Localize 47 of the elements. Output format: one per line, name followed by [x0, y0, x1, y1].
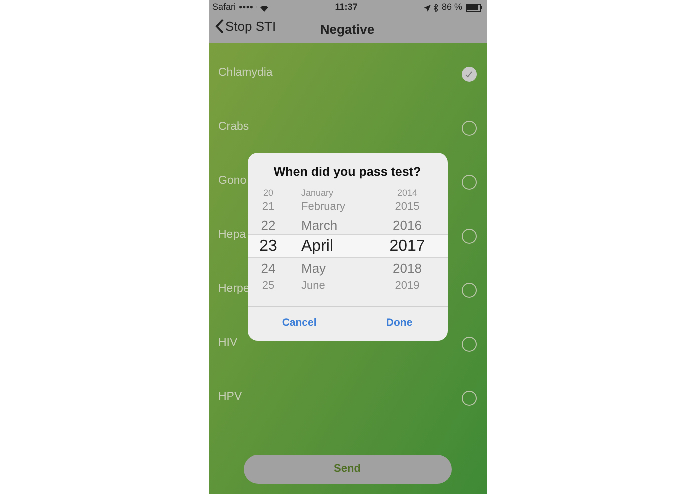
picker-year: 2014 — [396, 188, 419, 198]
item-label: Gono — [218, 174, 247, 190]
location-arrow-icon — [424, 4, 431, 12]
picker-month: April — [300, 239, 335, 255]
picker-day: 21 — [248, 202, 290, 213]
bluetooth-icon — [434, 4, 439, 12]
back-button[interactable]: Stop STI — [214, 17, 276, 36]
picker-row[interactable]: 20 January 2014 — [248, 187, 448, 199]
picker-month: May — [300, 262, 328, 275]
wifi-icon — [260, 4, 270, 12]
chevron-left-icon — [214, 19, 224, 34]
checkmark-icon — [465, 70, 473, 78]
picker-month: March — [300, 219, 339, 232]
cancel-button[interactable]: Cancel — [278, 316, 321, 332]
carrier-name: Safari — [212, 1, 236, 14]
battery-percent: 86 % — [442, 1, 462, 14]
clock-time: 11:37 — [335, 1, 358, 14]
battery-icon — [466, 4, 482, 12]
item-label: HIV — [218, 336, 238, 352]
item-label: Hepa — [218, 228, 246, 244]
item-label: HPV — [218, 390, 242, 406]
date-picker[interactable]: 20 January 2014 21 February 2015 22 March 2016 23 April 2017 24 May 2018 25 June 2019 — [248, 187, 448, 307]
picker-row[interactable]: 24 May 2018 — [248, 259, 448, 278]
picker-row[interactable]: 21 February 2015 — [248, 199, 448, 216]
picker-year: 2019 — [394, 281, 421, 292]
picker-day: 23 — [248, 239, 290, 255]
nav-title: Negative — [320, 20, 375, 39]
picker-day: 20 — [248, 188, 290, 198]
picker-row[interactable]: 25 June 2019 — [248, 278, 448, 295]
picker-year: 2015 — [394, 202, 421, 213]
item-label: Herpe — [218, 282, 250, 298]
done-button[interactable]: Done — [382, 316, 417, 332]
item-label: Crabs — [218, 120, 250, 136]
picker-row[interactable]: 23 April 2017 — [248, 236, 448, 258]
picker-month: June — [300, 281, 326, 292]
picker-row[interactable]: 22 March 2016 — [248, 216, 448, 235]
picker-month: January — [300, 188, 335, 198]
picker-year: 2016 — [392, 219, 423, 232]
picker-day: 24 — [248, 262, 290, 275]
picker-day: 25 — [248, 281, 290, 292]
item-label: Chlamydia — [218, 66, 273, 82]
picker-month: February — [300, 202, 347, 213]
picker-day: 22 — [248, 219, 290, 232]
send-button[interactable]: Send — [244, 455, 452, 484]
picker-year: 2017 — [388, 239, 426, 255]
dialog-title: When did you pass test? — [272, 164, 422, 181]
picker-year: 2018 — [392, 262, 423, 275]
